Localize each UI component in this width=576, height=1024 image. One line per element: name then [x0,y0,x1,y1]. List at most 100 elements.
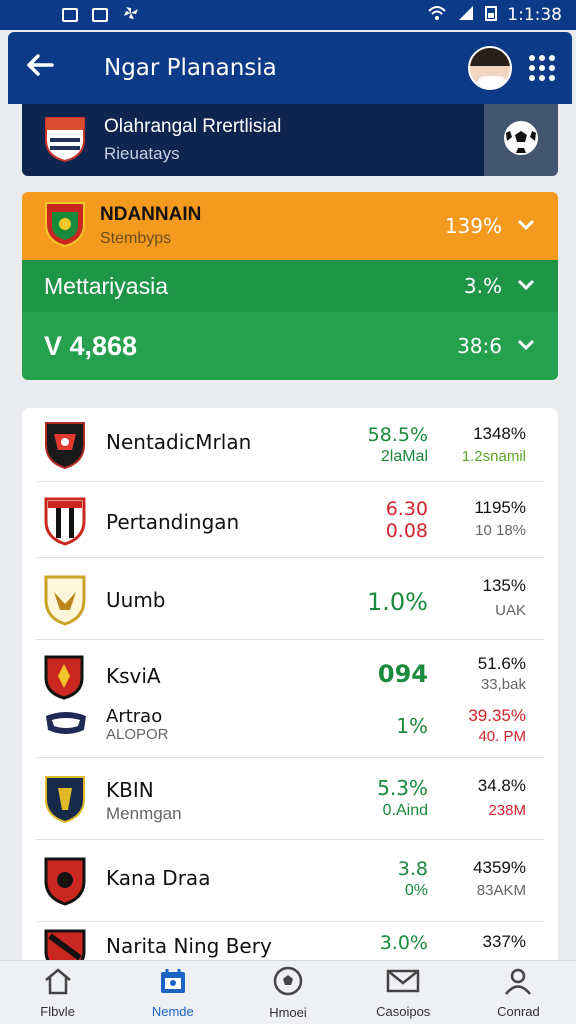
battery-icon [485,5,498,26]
team-stat-primary: 58.5% [367,424,428,446]
wifi-icon [427,5,447,26]
nav-home[interactable]: Flbvle [0,961,115,1024]
nav-label: Nemde [151,1003,194,1019]
highlight-row-total[interactable]: V 4,868 38:6 [22,312,558,380]
chevron-down-icon[interactable] [516,276,536,297]
list-item[interactable]: Kana Draa 3.8 0% 4359% 83AKM [36,840,544,922]
app-bar: Ngar Planansia [8,32,572,104]
team-stat-secondary-sub: 10 18% [475,522,526,539]
team-stat-secondary: 337% [482,932,526,951]
highlight-value: 139% [444,214,502,238]
team-name: Uumb [106,588,166,612]
team-stat-secondary-sub: 33,bak [480,676,526,693]
back-arrow-icon[interactable] [8,51,72,85]
highlight-label: Mettariyasia [44,272,168,299]
league-name: Olahrangal Rrertlisial [104,116,282,137]
status-bar: 1:1:38 [0,0,576,30]
team-crest-icon [44,856,86,911]
team-crest-icon [44,654,84,705]
team-crest-icon [44,496,86,551]
soccer-ball-icon [502,119,540,162]
team-stat-primary: 094 [377,660,428,688]
team-name: Artrao [106,706,163,727]
team-stat-secondary-sub: 83AKM [476,882,526,899]
league-crest-icon [44,114,86,167]
clock-time: 1:1:38 [507,5,562,25]
team-stat-primary-sub: 0.Aind [382,802,428,819]
mail-icon [386,967,420,1004]
bottom-nav: Flbvle Nemde Hmoei Casoipos Conrad [0,960,576,1024]
team-name: Narita Ning Bery [106,934,272,958]
team-stat-secondary-sub: 238M [488,802,526,819]
team-stat-secondary: 51.6% [477,654,526,673]
highlight-total: V 4,868 [44,330,138,361]
nav-label: Hmoei [269,1004,307,1020]
list-item[interactable]: NentadicMrlan 58.5% 2laMal 1348% 1.2snam… [36,408,544,482]
team-subtitle: Menmgan [106,804,182,823]
team-crest-icon [44,200,86,253]
league-card[interactable]: Olahrangal Rrertlisial Rieuatays [22,104,558,176]
highlight-row-orange[interactable]: NDANNAIN Stembyps 139% [22,192,558,260]
team-stat-secondary-sub: 1.2snamil [461,448,526,465]
team-stat-primary-sub: 0% [404,882,428,899]
team-stat-primary-sub: 2laMal [380,448,428,465]
nav-label: Conrad [497,1003,540,1019]
nav-messages[interactable]: Casoipos [346,961,461,1024]
highlight-team-name: NDANNAIN [100,204,202,225]
team-name: KsviA [106,664,161,688]
list-item[interactable]: KBIN Menmgan 5.3% 0.Aind 34.8% 238M [36,758,544,840]
team-crest-icon [44,710,88,743]
nav-label: Flbvle [40,1003,75,1019]
team-crest-icon [44,420,86,475]
team-stat-secondary-sub: 40. PM [478,728,526,745]
team-crest-icon [44,574,86,631]
highlight-team-sub: Stembyps [100,230,172,247]
team-name: NentadicMrlan [106,430,252,454]
chevron-down-icon[interactable] [516,336,536,357]
highlight-card: NDANNAIN Stembyps 139% Mettariyasia 3.% … [22,192,558,380]
team-name: KBIN [106,778,154,802]
nav-schedule[interactable]: Nemde [115,961,230,1024]
team-stat-secondary: 39.35% [468,706,526,725]
nav-profile[interactable]: Conrad [461,961,576,1024]
team-stat-primary-sub: 0.08 [385,520,428,542]
team-stat-secondary: 135% [482,576,526,595]
team-name: Kana Draa [106,866,211,890]
ball-button[interactable] [484,104,558,176]
nav-matches[interactable]: Hmoei [230,961,345,1024]
team-stat-secondary: 1348% [473,424,526,443]
home-icon [43,967,73,1004]
list-item[interactable]: KsviA 094 51.6% 33,bak Artrao ALOPOR 1% … [36,640,544,758]
signal-icon [457,5,475,26]
app-icon [92,8,108,22]
notification-icon [62,8,78,22]
team-stat-secondary-sub: UAK [495,602,526,619]
ball-icon [272,966,304,1005]
list-item[interactable]: Uumb 1.0% 135% UAK [36,558,544,640]
team-stat-primary: 3.8 [397,858,428,880]
pinwheel-icon [122,5,140,26]
avatar[interactable] [468,46,512,90]
team-stat-primary: 6.30 [385,498,428,520]
nav-label: Casoipos [376,1003,431,1019]
list-item[interactable]: Pertandingan 6.30 0.08 1195% 10 18% [36,482,544,558]
standings-list: NentadicMrlan 58.5% 2laMal 1348% 1.2snam… [22,408,558,968]
league-subtitle: Rieuatays [104,144,180,163]
team-name: Pertandingan [106,510,240,534]
team-stat-secondary: 1195% [474,498,526,517]
team-subtitle: ALOPOR [106,726,169,743]
team-stat-primary: 1% [396,714,428,738]
more-menu-icon[interactable] [512,55,572,81]
highlight-row-green[interactable]: Mettariyasia 3.% [22,260,558,312]
profile-icon [503,967,533,1004]
team-stat-secondary: 34.8% [477,776,526,795]
team-crest-icon [44,774,86,829]
chevron-down-icon[interactable] [516,216,536,237]
page-title: Ngar Planansia [104,55,277,81]
team-stat-primary: 3.0% [379,932,428,954]
team-stat-primary: 1.0% [367,588,428,616]
team-stat-secondary: 4359% [473,858,526,877]
team-stat-primary: 5.3% [377,776,428,800]
highlight-value: 3.% [463,274,502,298]
calendar-icon [158,967,188,1004]
